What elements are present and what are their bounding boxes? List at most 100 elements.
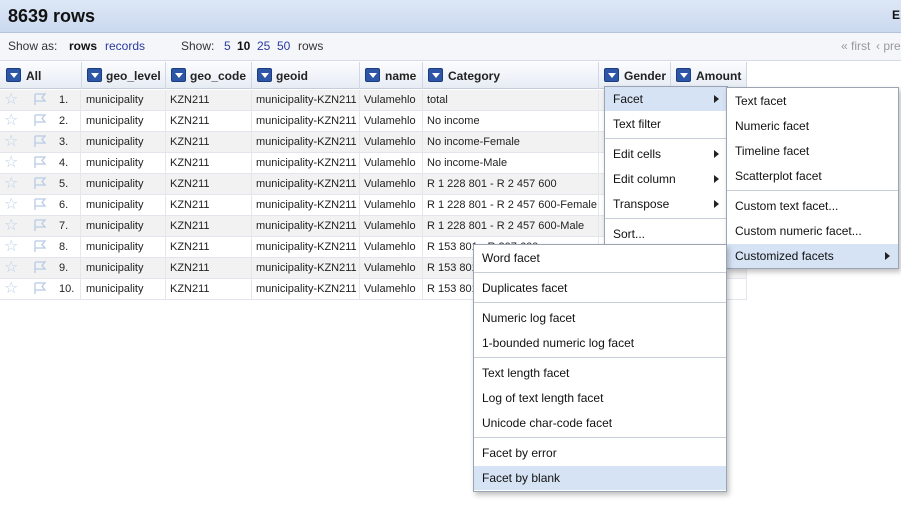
menu-item-facet-by-error[interactable]: Facet by error xyxy=(474,441,726,465)
cell-name[interactable]: Vulamehlo xyxy=(360,258,423,278)
menu-item-timeline-facet[interactable]: Timeline facet xyxy=(727,139,898,163)
menu-item-numeric-facet[interactable]: Numeric facet xyxy=(727,114,898,138)
flag-icon[interactable] xyxy=(33,135,47,148)
cell-geo-level[interactable]: municipality xyxy=(82,111,166,131)
cell-category[interactable]: No income xyxy=(423,111,599,131)
page-size-5[interactable]: 5 xyxy=(224,39,231,53)
cell-geoid[interactable]: municipality-KZN211 xyxy=(252,279,360,299)
cell-geo-code[interactable]: KZN211 xyxy=(166,237,252,257)
cell-geo-level[interactable]: municipality xyxy=(82,237,166,257)
cell-name[interactable]: Vulamehlo xyxy=(360,132,423,152)
flag-icon[interactable] xyxy=(33,261,47,274)
cell-name[interactable]: Vulamehlo xyxy=(360,237,423,257)
menu-item-transpose[interactable]: Transpose xyxy=(605,192,727,216)
cell-geoid[interactable]: municipality-KZN211 xyxy=(252,111,360,131)
menu-item-customized-facets[interactable]: Customized facets xyxy=(727,244,898,268)
flag-icon[interactable] xyxy=(33,219,47,232)
column-menu-geo-code-button[interactable] xyxy=(171,68,186,82)
cell-category[interactable]: R 1 228 801 - R 2 457 600-Female xyxy=(423,195,599,215)
menu-item-word-facet[interactable]: Word facet xyxy=(474,246,726,270)
star-icon[interactable]: ☆ xyxy=(4,175,18,193)
cell-category[interactable]: R 1 228 801 - R 2 457 600-Male xyxy=(423,216,599,236)
menu-item-numeric-log-facet[interactable]: Numeric log facet xyxy=(474,306,726,330)
cell-geo-code[interactable]: KZN211 xyxy=(166,111,252,131)
menu-item-text-length-facet[interactable]: Text length facet xyxy=(474,361,726,385)
cell-name[interactable]: Vulamehlo xyxy=(360,111,423,131)
cell-geo-level[interactable]: municipality xyxy=(82,195,166,215)
menu-item-facet-by-blank[interactable]: Facet by blank xyxy=(474,466,726,490)
cell-geoid[interactable]: municipality-KZN211 xyxy=(252,258,360,278)
cell-geo-level[interactable]: municipality xyxy=(82,279,166,299)
cell-geoid[interactable]: municipality-KZN211 xyxy=(252,90,360,110)
menu-item-custom-text-facet[interactable]: Custom text facet... xyxy=(727,194,898,218)
star-icon[interactable]: ☆ xyxy=(4,91,18,109)
cell-geo-code[interactable]: KZN211 xyxy=(166,132,252,152)
star-icon[interactable]: ☆ xyxy=(4,154,18,172)
cell-geo-code[interactable]: KZN211 xyxy=(166,279,252,299)
cell-geo-code[interactable]: KZN211 xyxy=(166,216,252,236)
menu-item-text-filter[interactable]: Text filter xyxy=(605,112,727,136)
star-icon[interactable]: ☆ xyxy=(4,280,18,298)
menu-item-duplicates-facet[interactable]: Duplicates facet xyxy=(474,276,726,300)
column-menu-name-button[interactable] xyxy=(365,68,380,82)
flag-icon[interactable] xyxy=(33,240,47,253)
star-icon[interactable]: ☆ xyxy=(4,238,18,256)
column-menu-amount-button[interactable] xyxy=(676,68,691,82)
cell-category[interactable]: No income-Female xyxy=(423,132,599,152)
cell-geo-code[interactable]: KZN211 xyxy=(166,153,252,173)
cell-geo-code[interactable]: KZN211 xyxy=(166,195,252,215)
menu-item-custom-numeric-facet[interactable]: Custom numeric facet... xyxy=(727,219,898,243)
star-icon[interactable]: ☆ xyxy=(4,259,18,277)
cell-category[interactable]: total xyxy=(423,90,599,110)
cell-geo-level[interactable]: municipality xyxy=(82,90,166,110)
menu-item-unicode-facet[interactable]: Unicode char-code facet xyxy=(474,411,726,435)
cell-geo-level[interactable]: municipality xyxy=(82,153,166,173)
cell-name[interactable]: Vulamehlo xyxy=(360,90,423,110)
cell-name[interactable]: Vulamehlo xyxy=(360,153,423,173)
cell-name[interactable]: Vulamehlo xyxy=(360,195,423,215)
star-icon[interactable]: ☆ xyxy=(4,196,18,214)
menu-item-facet[interactable]: Facet xyxy=(605,87,727,111)
cell-name[interactable]: Vulamehlo xyxy=(360,279,423,299)
flag-icon[interactable] xyxy=(33,177,47,190)
column-menu-geoid-button[interactable] xyxy=(257,68,272,82)
cell-geoid[interactable]: municipality-KZN211 xyxy=(252,174,360,194)
menu-item-scatterplot-facet[interactable]: Scatterplot facet xyxy=(727,164,898,188)
cell-geoid[interactable]: municipality-KZN211 xyxy=(252,237,360,257)
previous-page-link[interactable]: ‹ pre xyxy=(876,39,901,53)
star-icon[interactable]: ☆ xyxy=(4,112,18,130)
flag-icon[interactable] xyxy=(33,114,47,127)
page-size-50[interactable]: 50 xyxy=(277,39,290,53)
menu-item-sort[interactable]: Sort... xyxy=(605,222,727,246)
cell-geo-level[interactable]: municipality xyxy=(82,216,166,236)
cell-geoid[interactable]: municipality-KZN211 xyxy=(252,153,360,173)
cell-geoid[interactable]: municipality-KZN211 xyxy=(252,132,360,152)
menu-item-text-facet[interactable]: Text facet xyxy=(727,89,898,113)
cell-geo-level[interactable]: municipality xyxy=(82,258,166,278)
cell-geo-code[interactable]: KZN211 xyxy=(166,258,252,278)
column-menu-all-button[interactable] xyxy=(6,68,21,82)
cell-geo-code[interactable]: KZN211 xyxy=(166,174,252,194)
cell-geo-level[interactable]: municipality xyxy=(82,132,166,152)
cell-name[interactable]: Vulamehlo xyxy=(360,174,423,194)
cell-category[interactable]: R 1 228 801 - R 2 457 600 xyxy=(423,174,599,194)
cell-geo-level[interactable]: municipality xyxy=(82,174,166,194)
menu-item-edit-column[interactable]: Edit column xyxy=(605,167,727,191)
column-menu-geo-level-button[interactable] xyxy=(87,68,102,82)
mode-records-link[interactable]: records xyxy=(105,39,145,53)
cell-name[interactable]: Vulamehlo xyxy=(360,216,423,236)
flag-icon[interactable] xyxy=(33,198,47,211)
flag-icon[interactable] xyxy=(33,93,47,106)
page-size-10[interactable]: 10 xyxy=(237,39,250,53)
cell-geoid[interactable]: municipality-KZN211 xyxy=(252,216,360,236)
cell-geo-code[interactable]: KZN211 xyxy=(166,90,252,110)
cell-geoid[interactable]: municipality-KZN211 xyxy=(252,195,360,215)
first-page-link[interactable]: « first xyxy=(841,39,870,53)
menu-item-log-text-length-facet[interactable]: Log of text length facet xyxy=(474,386,726,410)
menu-item-edit-cells[interactable]: Edit cells xyxy=(605,142,727,166)
flag-icon[interactable] xyxy=(33,156,47,169)
column-menu-category-button[interactable] xyxy=(428,68,443,82)
column-menu-gender-button[interactable] xyxy=(604,68,619,82)
page-size-25[interactable]: 25 xyxy=(257,39,270,53)
star-icon[interactable]: ☆ xyxy=(4,133,18,151)
